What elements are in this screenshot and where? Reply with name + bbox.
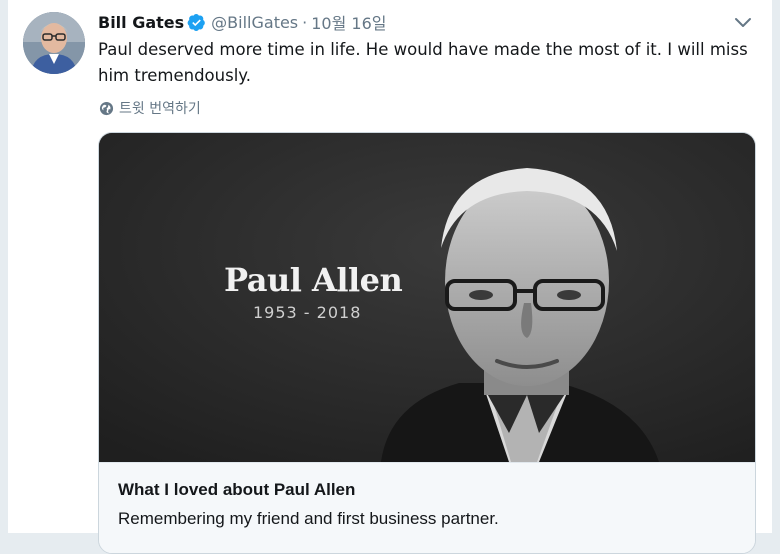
card-title[interactable]: What I loved about Paul Allen (118, 480, 355, 500)
globe-icon (99, 101, 114, 115)
translate-tweet-button[interactable]: 트윗 번역하기 (99, 98, 201, 118)
card-description: Remembering my friend and first business… (118, 509, 499, 528)
memorial-years: 1953 - 2018 (253, 303, 362, 322)
tweet[interactable]: Bill Gates @BillGates · 10월 16일 Paul des… (8, 0, 772, 554)
verified-badge-icon (187, 13, 205, 31)
tweet-header: Bill Gates @BillGates · 10월 16일 (98, 10, 386, 34)
tweet-text: Paul deserved more time in life. He woul… (98, 40, 748, 85)
display-name[interactable]: Bill Gates (98, 13, 184, 32)
chevron-down-icon[interactable] (734, 16, 752, 28)
separator-dot: · (302, 12, 308, 32)
link-preview-card[interactable]: Paul Allen 1953 - 2018 What I loved abou… (98, 132, 756, 554)
card-body[interactable]: What I loved about Paul Allen Rememberin… (99, 462, 755, 553)
card-image[interactable]: Paul Allen 1953 - 2018 (99, 133, 755, 462)
timestamp[interactable]: 10월 16일 (311, 10, 386, 34)
memorial-name: Paul Allen (224, 261, 403, 299)
handle[interactable]: @BillGates (211, 13, 298, 32)
translate-label[interactable]: 트윗 번역하기 (119, 98, 201, 118)
avatar[interactable] (23, 12, 85, 74)
